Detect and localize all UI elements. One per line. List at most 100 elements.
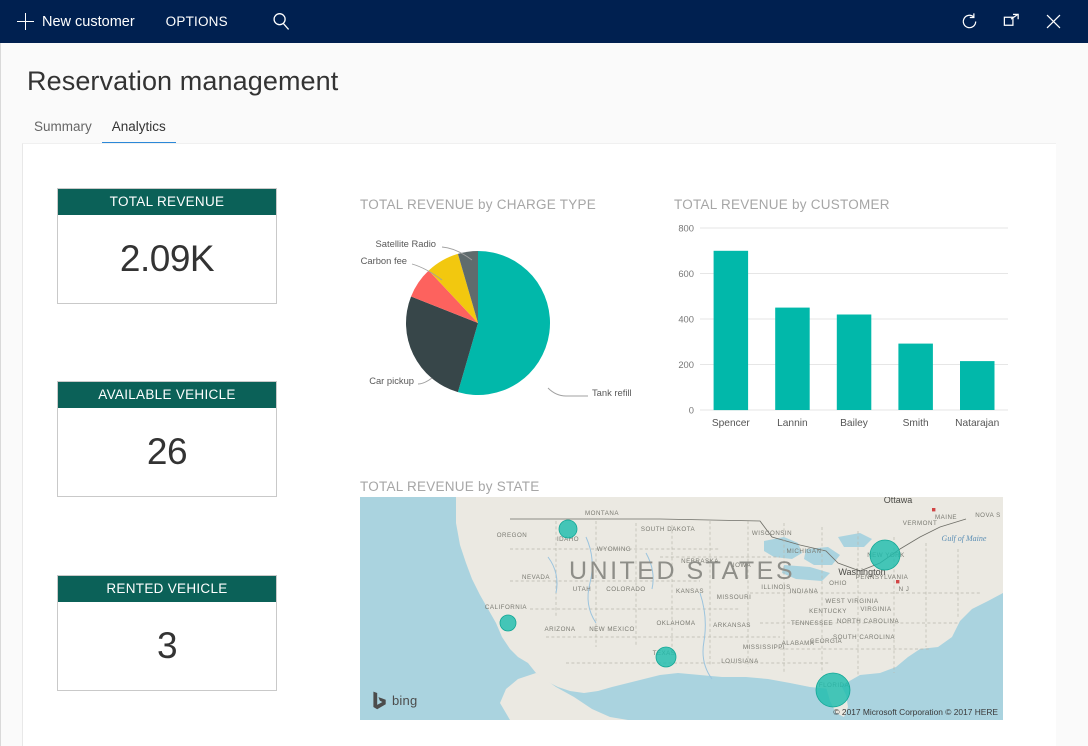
map-title: TOTAL REVENUE by STATE xyxy=(360,479,540,494)
pie-label-satellite-radio: Satellite Radio xyxy=(376,238,436,249)
map-copyright: © 2017 Microsoft Corporation © 2017 HERE xyxy=(833,707,998,717)
tab-summary-label: Summary xyxy=(34,119,92,134)
options-button[interactable]: OPTIONS xyxy=(160,0,234,43)
kpi-value: 2.09K xyxy=(120,238,214,280)
map-state-label-kansas: KANSAS xyxy=(676,588,704,595)
bar-y-tick-label: 0 xyxy=(689,404,694,415)
map-water-label-gulf-of-maine: Gulf of Maine xyxy=(942,534,987,543)
map-state-label-n-j: N J xyxy=(899,586,910,593)
map-state-label-ohio: OHIO xyxy=(829,580,847,587)
pie-label-tank-refill: Tank refill xyxy=(592,387,632,398)
bar-y-tick-label: 800 xyxy=(678,222,694,233)
map-state-label-illinois: ILLINOIS xyxy=(761,584,790,591)
pie-chart-total-revenue-by-charge-type[interactable]: Tank refillCar pickupCarbon feeSatellite… xyxy=(360,218,660,408)
kpi-card-rented-vehicle[interactable]: RENTED VEHICLE 3 xyxy=(57,575,277,691)
pie-leader-line xyxy=(418,378,432,384)
map-state-label-south-carolina: SOUTH CAROLINA xyxy=(833,634,895,641)
map-state-label-nova-s: NOVA S xyxy=(975,512,1001,519)
map-bubble-florida[interactable] xyxy=(816,673,850,707)
tab-analytics[interactable]: Analytics xyxy=(102,115,176,144)
bar-natarajan[interactable] xyxy=(960,361,995,410)
bar-spencer[interactable] xyxy=(714,251,749,410)
bar-x-label-spencer: Spencer xyxy=(712,418,751,429)
map-bubble-idaho[interactable] xyxy=(559,520,577,538)
command-bar: New customer OPTIONS xyxy=(0,0,1088,43)
map-svg: OREGONIDAHOWYOMINGSOUTH DAKOTANEBRASKANE… xyxy=(360,497,1003,720)
bar-x-label-bailey: Bailey xyxy=(840,418,869,429)
map-bubble-california[interactable] xyxy=(500,615,516,631)
kpi-title: AVAILABLE VEHICLE xyxy=(58,382,276,408)
map-state-label-california: CALIFORNIA xyxy=(485,604,528,611)
popout-button[interactable] xyxy=(990,0,1032,43)
bing-b-icon xyxy=(372,691,388,710)
map-state-label-arkansas: ARKANSAS xyxy=(713,622,751,629)
map-state-label-vermont: VERMONT xyxy=(903,520,937,527)
bar-x-label-natarajan: Natarajan xyxy=(955,418,999,429)
map-state-label-mississippi: MISSISSIPPI xyxy=(743,644,785,651)
bing-label: bing xyxy=(392,693,417,708)
tab-analytics-label: Analytics xyxy=(112,119,166,134)
map-city-marker xyxy=(932,508,935,511)
map-bubble-new-york[interactable] xyxy=(870,540,900,570)
map-state-label-arizona: ARIZONA xyxy=(544,626,575,633)
map-city-marker xyxy=(896,580,899,583)
bar-y-tick-label: 600 xyxy=(678,268,694,279)
map-bubble-texas[interactable] xyxy=(656,647,676,667)
close-icon xyxy=(1044,12,1063,31)
kpi-body: 2.09K xyxy=(58,215,276,303)
bar-x-label-smith: Smith xyxy=(903,418,929,429)
map-state-label-north-carolina: NORTH CAROLINA xyxy=(837,618,900,625)
pie-chart-title: TOTAL REVENUE by CHARGE TYPE xyxy=(360,197,596,212)
bar-lannin[interactable] xyxy=(775,308,810,410)
kpi-body: 26 xyxy=(58,408,276,496)
map-total-revenue-by-state[interactable]: OREGONIDAHOWYOMINGSOUTH DAKOTANEBRASKANE… xyxy=(360,497,1003,720)
map-state-label-virginia: VIRGINIA xyxy=(860,606,892,613)
map-state-label-utah: UTAH xyxy=(573,586,591,593)
map-state-label-kentucky: KENTUCKY xyxy=(809,608,847,615)
bar-chart-svg: 0 200 400 600 800 Spencer Lannin Bailey Smith Nat… xyxy=(672,214,1012,434)
refresh-button[interactable] xyxy=(948,0,990,43)
bar-y-tick-label: 400 xyxy=(678,313,694,324)
map-state-label-wyoming: WYOMING xyxy=(597,546,631,553)
window-controls xyxy=(948,0,1088,43)
popout-icon xyxy=(1002,12,1021,31)
map-state-label-maine: MAINE xyxy=(935,514,957,521)
map-state-label-wisconsin: WISCONSIN xyxy=(752,530,792,537)
pie-chart-svg: Tank refillCar pickupCarbon feeSatellite… xyxy=(360,218,660,408)
kpi-title: RENTED VEHICLE xyxy=(58,576,276,602)
bar-chart-total-revenue-by-customer[interactable]: 0 200 400 600 800 Spencer Lannin Bailey Smith Nat… xyxy=(672,214,1012,434)
new-customer-button[interactable]: New customer xyxy=(11,0,141,43)
map-state-label-michigan: MICHIGAN xyxy=(787,548,822,555)
new-customer-label: New customer xyxy=(42,14,135,30)
bar-smith[interactable] xyxy=(898,344,933,410)
options-label: OPTIONS xyxy=(166,14,228,29)
bar-chart-title: TOTAL REVENUE by CUSTOMER xyxy=(674,197,890,212)
bar-bailey[interactable] xyxy=(837,315,872,411)
kpi-card-available-vehicle[interactable]: AVAILABLE VEHICLE 26 xyxy=(57,381,277,497)
refresh-icon xyxy=(960,12,979,31)
kpi-body: 3 xyxy=(58,602,276,690)
search-icon xyxy=(272,12,291,31)
close-button[interactable] xyxy=(1032,0,1074,43)
pie-leader-line xyxy=(548,388,588,396)
kpi-card-total-revenue[interactable]: TOTAL REVENUE 2.09K xyxy=(57,188,277,304)
map-state-label-indiana: INDIANA xyxy=(790,588,819,595)
tab-summary[interactable]: Summary xyxy=(24,115,102,144)
kpi-value: 3 xyxy=(157,625,177,667)
plus-icon xyxy=(17,13,34,30)
map-state-label-south-dakota: SOUTH DAKOTA xyxy=(641,526,696,533)
map-state-label-missouri: MISSOURI xyxy=(717,594,752,601)
map-state-label-louisiana: LOUISIANA xyxy=(721,658,759,665)
map-country-label: UNITED STATES xyxy=(569,557,795,585)
bar-y-tick-label: 200 xyxy=(678,359,694,370)
bar-x-label-lannin: Lannin xyxy=(777,418,808,429)
map-state-label-oregon: OREGON xyxy=(497,532,528,539)
search-button[interactable] xyxy=(264,0,299,43)
kpi-title: TOTAL REVENUE xyxy=(58,189,276,215)
map-state-label-west-virginia: WEST VIRGINIA xyxy=(825,598,879,605)
map-state-label-oklahoma: OKLAHOMA xyxy=(656,620,695,627)
pie-label-car-pickup: Car pickup xyxy=(369,375,414,386)
map-state-label-colorado: COLORADO xyxy=(606,586,645,593)
bing-logo[interactable]: bing xyxy=(372,691,417,710)
map-state-label-nevada: NEVADA xyxy=(522,574,550,581)
